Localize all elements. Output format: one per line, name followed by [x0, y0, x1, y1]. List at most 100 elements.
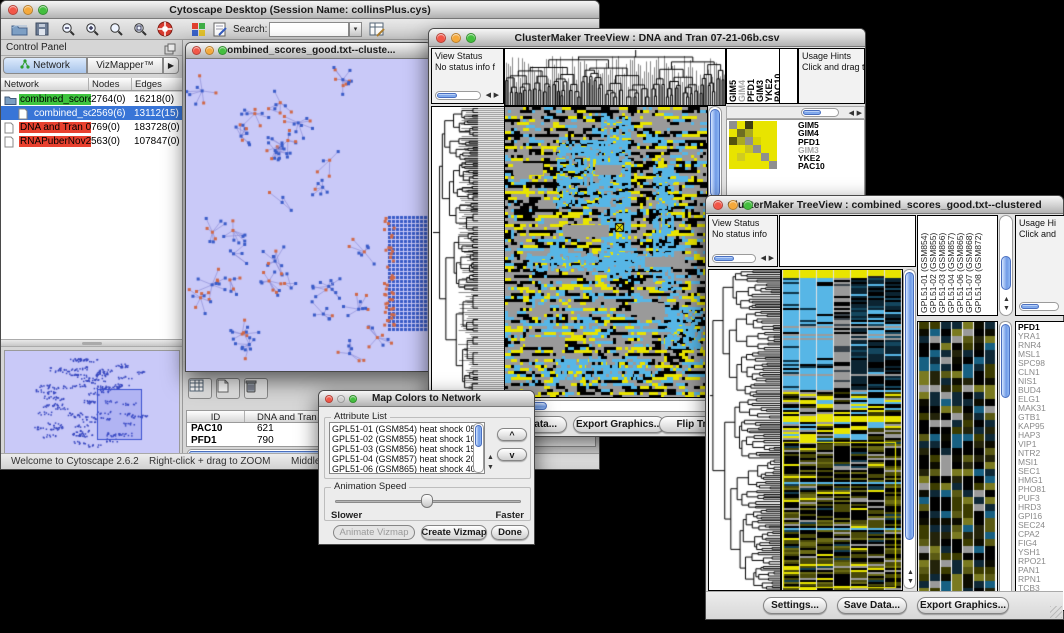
minimize-icon[interactable]: [337, 395, 345, 403]
attribute-list-item[interactable]: GPL51-06 (GSM865) heat shock 40 min: [332, 464, 482, 474]
done-button[interactable]: Done: [491, 525, 529, 540]
tv2-status-scrollbar[interactable]: [712, 254, 756, 263]
scroll-left-icon[interactable]: ◀: [849, 110, 854, 117]
tv1-column-label[interactable]: GIM3: [756, 50, 764, 102]
treeview2-title-bar[interactable]: ClusterMaker TreeView : combined_scores_…: [706, 196, 1063, 214]
summary-cell[interactable]: [745, 121, 753, 129]
summary-cell[interactable]: [761, 137, 769, 145]
network-tree-row[interactable]: DNA and Tran 07769(0)183728(0): [1, 120, 182, 134]
summary-cell[interactable]: [737, 145, 745, 153]
tab-network[interactable]: Network: [3, 57, 87, 74]
help-icon[interactable]: [157, 21, 173, 42]
create-vizmap-button[interactable]: Create Vizmap: [421, 525, 487, 540]
tv1-column-label[interactable]: GIM4: [738, 50, 746, 102]
tv1-column-label[interactable]: GIM5: [729, 50, 737, 102]
summary-cell[interactable]: [745, 145, 753, 153]
maximize-icon[interactable]: [743, 200, 753, 210]
treeview1-title-bar[interactable]: ClusterMaker TreeView : DNA and Tran 07-…: [429, 29, 865, 47]
summary-cell[interactable]: [753, 137, 761, 145]
maximize-icon[interactable]: [349, 395, 357, 403]
scroll-down-icon[interactable]: ▼: [1003, 305, 1010, 312]
zoom-selected-icon[interactable]: [109, 22, 124, 42]
summary-cell[interactable]: [761, 145, 769, 153]
tv1-column-label[interactable]: YKE2: [765, 50, 773, 102]
summary-cell[interactable]: [753, 129, 761, 137]
tv2-heatmap-vscrollbar[interactable]: ▲ ▼: [903, 269, 916, 589]
tv2-usage-scrollbar[interactable]: [1019, 302, 1059, 311]
search-dropdown-icon[interactable]: ▾: [349, 22, 362, 37]
open-icon[interactable]: [11, 22, 28, 41]
summary-cell[interactable]: [745, 129, 753, 137]
tv2-heatmap[interactable]: [781, 269, 903, 591]
tv2-column-label[interactable]: GPL51-06 (GSM865): [956, 218, 964, 313]
network-tree-row[interactable]: combined_sco2569(6)13112(15): [1, 106, 182, 120]
summary-cell[interactable]: [729, 145, 737, 153]
summary-cell[interactable]: [729, 153, 737, 161]
panel-splitter[interactable]: [1, 340, 182, 347]
summary-cell[interactable]: [745, 153, 753, 161]
attribute-list-item[interactable]: GPL51-02 (GSM855) heat shock 10 min: [332, 434, 482, 444]
move-down-button[interactable]: v: [497, 448, 527, 461]
tv2-column-tree-area[interactable]: [779, 215, 916, 267]
summary-cell[interactable]: [729, 137, 737, 145]
summary-cell[interactable]: [729, 129, 737, 137]
summary-cell[interactable]: [753, 153, 761, 161]
network-tree-row[interactable]: RNAPuberNov2+563(0)107847(0): [1, 134, 182, 148]
scroll-left-icon[interactable]: ◀: [761, 255, 766, 262]
summary-cell[interactable]: [761, 161, 769, 169]
summary-cell[interactable]: [737, 137, 745, 145]
speed-slider-thumb[interactable]: [421, 494, 433, 508]
tv2-column-label[interactable]: GPL51-01 (GSM854): [920, 218, 928, 313]
scroll-right-icon[interactable]: ▶: [494, 92, 499, 99]
zoom-out-icon[interactable]: [61, 22, 76, 42]
summary-cell[interactable]: [729, 121, 737, 129]
attribute-list-item[interactable]: GPL51-01 (GSM854) heat shock 05 min: [332, 424, 482, 434]
summary-cell[interactable]: [761, 129, 769, 137]
move-up-button[interactable]: ^: [497, 428, 527, 441]
summary-cell[interactable]: [769, 137, 777, 145]
summary-cell[interactable]: [753, 121, 761, 129]
close-icon[interactable]: [713, 200, 723, 210]
save-icon[interactable]: [35, 22, 49, 41]
scroll-down-icon[interactable]: ▼: [907, 578, 914, 585]
minimize-button[interactable]: [23, 5, 33, 15]
tv1-summary-heatmap[interactable]: [729, 121, 779, 171]
scroll-up-icon[interactable]: ▲: [907, 569, 914, 576]
scroll-up-icon[interactable]: ▲: [1003, 296, 1010, 303]
tv1-status-scrollbar[interactable]: [435, 91, 481, 100]
close-icon[interactable]: [436, 33, 446, 43]
maximize-icon[interactable]: [466, 33, 476, 43]
birdseye-view[interactable]: [4, 350, 180, 454]
scroll-left-icon[interactable]: ◀: [486, 92, 491, 99]
tv2-column-label[interactable]: GPL51-02 (GSM855): [929, 218, 937, 313]
tv1-row-label[interactable]: PAC10: [798, 162, 864, 170]
attribute-table-icon[interactable]: [369, 22, 385, 42]
summary-cell[interactable]: [769, 145, 777, 153]
attribute-list-item[interactable]: GPL51-04 (GSM857) heat shock 20 min: [332, 454, 482, 464]
main-title-bar[interactable]: Cytoscape Desktop (Session Name: collins…: [1, 1, 599, 19]
tv2-save-data-button[interactable]: Save Data...: [837, 597, 907, 614]
summary-cell[interactable]: [769, 153, 777, 161]
tv2-settings-button[interactable]: Settings...: [763, 597, 827, 614]
summary-cell[interactable]: [737, 153, 745, 161]
annotation-icon[interactable]: [213, 22, 228, 42]
tv1-export-graphics-button[interactable]: Export Graphics...: [573, 416, 665, 433]
tv1-column-dendrogram[interactable]: [504, 48, 726, 106]
summary-cell[interactable]: [769, 129, 777, 137]
network-tree-row[interactable]: combined_scores2764(0)16218(0): [1, 92, 182, 106]
plugins-icon[interactable]: [191, 22, 206, 42]
summary-cell[interactable]: [745, 137, 753, 145]
attribute-list-scrollbar[interactable]: [473, 423, 484, 473]
tab-vizmapper[interactable]: VizMapper™: [87, 57, 163, 74]
tv1-row-dendrogram[interactable]: [431, 106, 506, 398]
summary-cell[interactable]: [737, 121, 745, 129]
maximize-icon[interactable]: [218, 46, 227, 55]
minimize-icon[interactable]: [451, 33, 461, 43]
tv1-column-label[interactable]: PFD1: [747, 50, 755, 102]
tv1-usage-scrollbar[interactable]: [801, 108, 839, 117]
minimize-icon[interactable]: [205, 46, 214, 55]
summary-cell[interactable]: [745, 161, 753, 169]
close-icon[interactable]: [192, 46, 201, 55]
minimize-icon[interactable]: [728, 200, 738, 210]
summary-cell[interactable]: [753, 145, 761, 153]
